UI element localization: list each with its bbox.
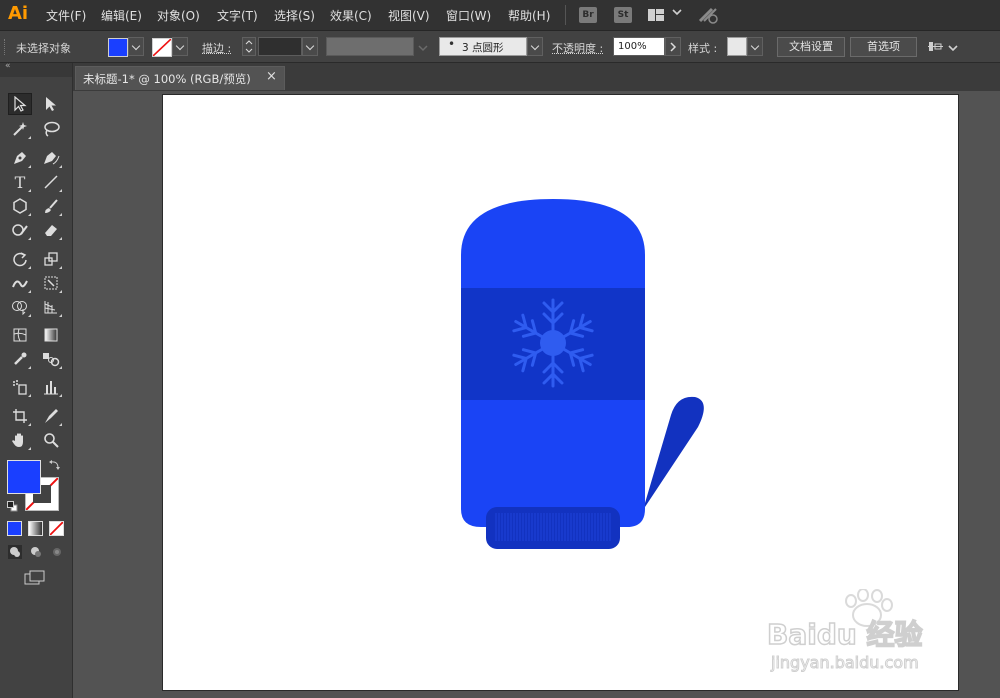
none-mode-icon[interactable] [49,521,64,536]
artboard-tool-icon[interactable] [8,405,32,427]
brush-definition-value: 3 点圆形 [462,42,504,54]
app-logo: Ai [8,3,29,24]
stroke-weight-stepper[interactable] [242,37,256,56]
screen-mode-icon[interactable] [24,570,46,586]
swap-colors-icon[interactable] [49,459,61,471]
menu-help[interactable]: 帮助(H) [508,7,550,24]
scale-tool-icon[interactable] [39,248,63,270]
draw-behind-icon[interactable] [29,545,43,559]
opacity-chevron-right-icon[interactable] [665,37,681,56]
brush-definition-field[interactable]: • 3 点圆形 [439,37,527,56]
tools-panel-header: « [0,61,72,77]
menu-file[interactable]: 文件(F) [46,7,86,24]
menu-view[interactable]: 视图(V) [388,7,430,24]
magic-wand-tool-icon[interactable] [8,118,32,140]
curvature-tool-icon[interactable] [39,147,63,169]
pen-tool-icon[interactable] [8,147,32,169]
close-icon[interactable]: × [266,69,277,84]
align-icon[interactable] [928,38,944,56]
opacity-input[interactable]: 100% [613,37,665,56]
selection-tool-icon[interactable] [8,93,32,115]
control-bar: 未选择对象 描边 : • 3 点圆形 不透明度 : 100% 样式 : 文档设置… [0,31,1000,63]
eyedropper-tool-icon[interactable] [8,348,32,370]
free-transform-tool-icon[interactable] [39,272,63,294]
lasso-tool-icon[interactable] [39,118,63,140]
menu-effect[interactable]: 效果(C) [330,7,372,24]
mitten-thumb [641,396,704,513]
stock-button[interactable]: St [614,7,632,23]
document-tab-title: 未标题-1* @ 100% (RGB/预览) [83,72,251,86]
document-setup-button[interactable]: 文档设置 [777,37,845,57]
variable-width-profile[interactable] [326,37,414,56]
mesh-tool-icon[interactable] [8,324,32,346]
direct-selection-tool-icon[interactable] [39,93,63,115]
shape-builder-tool-icon[interactable] [8,296,32,318]
symbol-sprayer-tool-icon[interactable] [8,376,32,398]
perspective-grid-tool-icon[interactable] [39,296,63,318]
type-tool-icon[interactable]: T [8,171,32,193]
opacity-label[interactable]: 不透明度 : [552,40,603,56]
document-tab[interactable]: 未标题-1* @ 100% (RGB/预览) × [75,66,285,90]
warp-tool-icon[interactable] [8,272,32,294]
baidu-watermark: Baidu 经验 jingyan.baidu.com [766,589,957,677]
menu-divider [565,5,566,25]
stroke-dropdown[interactable] [172,37,188,56]
watermark-brand: Baidu 经验 [766,617,923,652]
slice-tool-icon[interactable] [39,405,63,427]
fill-dropdown[interactable] [128,37,144,56]
bridge-button[interactable]: Br [579,7,597,23]
collapse-icon[interactable]: « [5,61,11,71]
gradient-mode-icon[interactable] [28,521,43,536]
graphic-style-dropdown[interactable] [747,37,763,56]
fill-swatch[interactable] [108,38,128,57]
snowflake-center [540,330,566,356]
style-label: 样式 : [688,42,718,55]
graphic-style-swatch[interactable] [727,37,747,56]
brush-dropdown[interactable] [527,37,543,56]
default-colors-icon[interactable] [7,501,18,512]
stroke-swatch[interactable] [152,38,172,57]
zoom-tool-icon[interactable] [39,429,63,451]
menu-edit[interactable]: 编辑(E) [101,7,142,24]
preferences-button[interactable]: 首选项 [850,37,917,57]
blend-tool-icon[interactable] [39,348,63,370]
menu-object[interactable]: 对象(O) [157,7,200,24]
artboard[interactable]: Baidu 经验 jingyan.baidu.com [162,94,959,691]
hand-tool-icon[interactable] [8,429,32,451]
panel-grip [4,39,8,55]
draw-normal-icon[interactable] [8,545,22,559]
tools-panel: « T [0,61,73,698]
shaper-tool-icon[interactable] [8,219,32,241]
stroke-label[interactable]: 描边 : [202,40,231,56]
menu-window[interactable]: 窗口(W) [446,7,491,24]
menu-select[interactable]: 选择(S) [274,7,315,24]
workspace-layout-icon[interactable] [648,8,666,22]
line-tool-icon[interactable] [39,171,63,193]
brush-dot-icon: • [448,37,456,51]
eraser-tool-icon[interactable] [39,219,63,241]
stroke-weight-dropdown[interactable] [302,37,318,56]
menu-bar: Ai 文件(F) 编辑(E) 对象(O) 文字(T) 选择(S) 效果(C) 视… [0,0,1000,31]
color-mode-icon[interactable] [7,521,22,536]
watermark-url: jingyan.baidu.com [771,653,920,673]
fill-color-box[interactable] [7,460,41,494]
shape-tool-icon[interactable] [8,195,32,217]
selection-status: 未选择对象 [16,42,71,55]
profile-chevron-icon [418,42,428,52]
gradient-tool-icon[interactable] [39,324,63,346]
chevron-down-icon[interactable] [672,6,682,16]
graph-tool-icon[interactable] [39,376,63,398]
rotate-tool-icon[interactable] [8,248,32,270]
chevron-down-icon[interactable] [948,42,958,52]
paintbrush-tool-icon[interactable] [39,195,63,217]
gpu-performance-icon[interactable] [698,5,720,25]
draw-inside-icon[interactable] [50,545,64,559]
stroke-weight-input[interactable] [258,37,302,56]
menu-type[interactable]: 文字(T) [217,7,258,24]
